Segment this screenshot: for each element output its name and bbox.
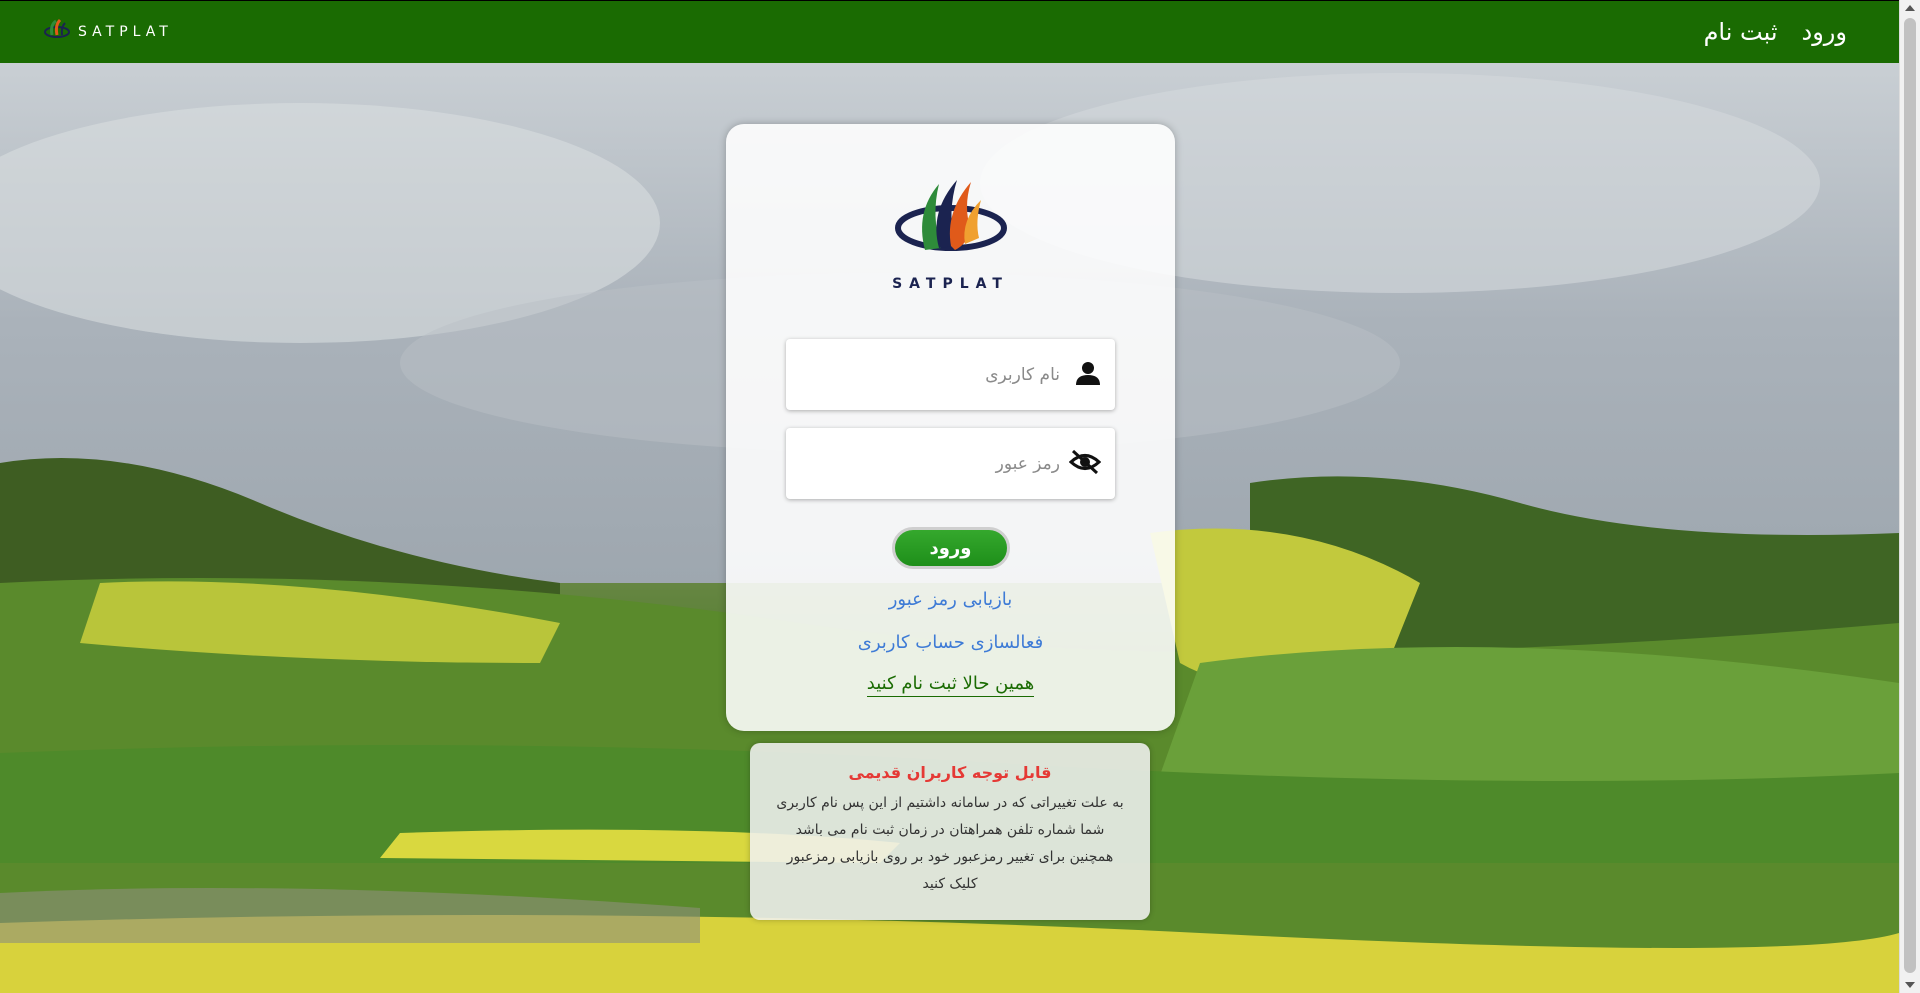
username-input[interactable]	[800, 364, 1060, 385]
navbar-brand-text: SATPLAT	[78, 24, 173, 40]
login-submit-button[interactable]: ورود	[891, 527, 1010, 569]
login-logo: SATPLAT	[892, 172, 1009, 292]
recover-password-link[interactable]: بازیابی رمز عبور	[889, 589, 1013, 610]
top-navbar: SATPLAT ورود ثبت نام	[0, 0, 1899, 63]
register-now-link[interactable]: همین حالا ثبت نام کنید	[866, 673, 1035, 697]
password-field	[786, 428, 1115, 499]
scroll-down-icon[interactable]	[1905, 982, 1915, 988]
username-field	[786, 339, 1115, 410]
nav-login-link[interactable]: ورود	[1802, 18, 1847, 46]
login-card: SATPLAT ورود بازیابی رمز عبور فعالسازی ح…	[726, 124, 1175, 731]
navbar-links: ورود ثبت نام	[1704, 18, 1847, 46]
activate-account-link[interactable]: فعالسازی حساب کاربری	[858, 632, 1043, 653]
password-input[interactable]	[800, 453, 1060, 474]
user-icon	[1075, 360, 1101, 390]
notice-title: قابل توجه کاربران قدیمی	[848, 763, 1052, 782]
satplat-logo-icon	[44, 17, 70, 47]
page-scrollbar[interactable]	[1899, 0, 1920, 993]
eye-slash-icon[interactable]	[1068, 449, 1102, 479]
old-users-notice: قابل توجه کاربران قدیمی به علت تغییراتی …	[750, 743, 1150, 920]
scrollbar-thumb[interactable]	[1904, 18, 1916, 973]
satplat-emblem-icon	[894, 172, 1007, 272]
login-brand-text: SATPLAT	[892, 276, 1009, 292]
navbar-brand[interactable]: SATPLAT	[44, 17, 173, 47]
nav-register-link[interactable]: ثبت نام	[1704, 18, 1778, 46]
notice-body: به علت تغییراتی که در سامانه داشتیم از ا…	[776, 795, 1124, 892]
scroll-up-icon[interactable]	[1905, 5, 1915, 11]
